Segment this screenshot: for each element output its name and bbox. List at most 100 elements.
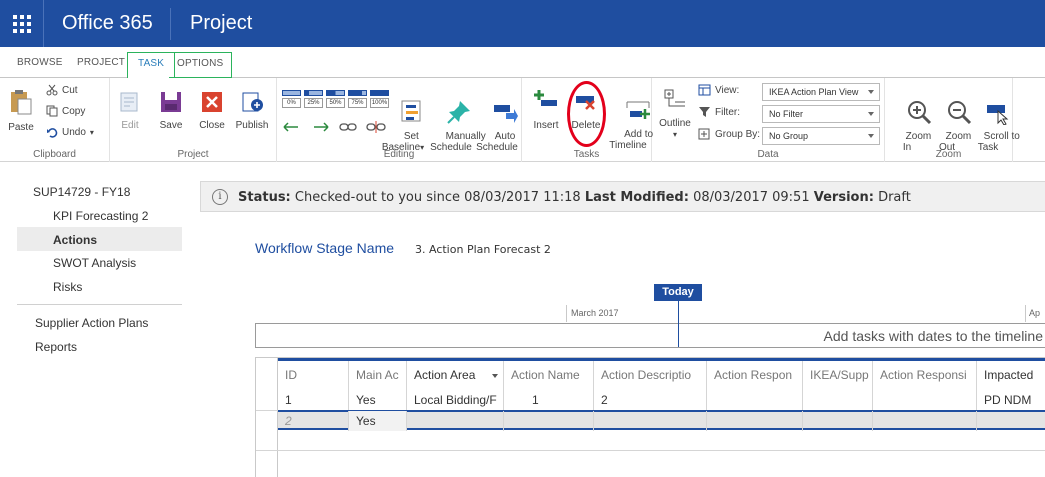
cell-ikea-supplier[interactable] — [803, 411, 873, 431]
column-header-main-action[interactable]: Main Ac — [349, 361, 407, 391]
cell-action-responsible[interactable] — [707, 411, 803, 431]
cell-action-description[interactable] — [594, 411, 707, 431]
cell-action-area[interactable]: Local Bidding/F — [407, 390, 504, 410]
nav-project-name[interactable]: SUP14729 - FY18 — [33, 185, 130, 199]
add-to-timeline-label: Add to Timeline — [609, 129, 654, 151]
edit-button[interactable]: Edit — [115, 90, 145, 131]
cell-action-responsible[interactable] — [707, 390, 803, 410]
action-area-header-label: Action Area — [414, 368, 476, 382]
column-header-action-name[interactable]: Action Name — [504, 361, 594, 391]
undo-button[interactable]: Undo ▾ — [46, 126, 94, 138]
cell-impacted[interactable]: PD NDM — [977, 390, 1045, 410]
cell-id[interactable]: 2 — [278, 411, 349, 431]
zoom-group: Zoom In Zoom Out Scroll to Task Zoom — [885, 78, 1020, 162]
grid-header: ID Main Ac Action Area Action Name Actio… — [278, 358, 1045, 391]
column-header-action-description[interactable]: Action Descriptio — [594, 361, 707, 391]
month-tick — [1025, 305, 1026, 322]
tab-project[interactable]: PROJECT — [77, 57, 125, 68]
cell-action-description[interactable]: 2 — [594, 390, 707, 410]
cell-main-action[interactable]: Yes — [349, 411, 407, 431]
undo-dropdown-icon[interactable]: ▾ — [90, 128, 94, 137]
timeline-bar[interactable]: Add tasks with dates to the timeline — [255, 323, 1045, 348]
cell-action-area[interactable] — [407, 411, 504, 431]
tab-browse[interactable]: BROWSE — [17, 57, 63, 68]
percent-bar-icon — [304, 90, 323, 96]
clipboard-group-label: Clipboard — [33, 149, 76, 160]
groupby-select[interactable]: No Group — [762, 127, 880, 145]
column-header-id[interactable]: ID — [278, 361, 349, 391]
selected-table-row[interactable]: 2 Yes — [278, 410, 1045, 431]
outline-label: Outline — [659, 118, 691, 129]
group-by-icon — [698, 128, 710, 140]
close-button[interactable]: Close — [197, 90, 227, 131]
column-menu-arrow-icon[interactable] — [492, 374, 498, 378]
view-select[interactable]: IKEA Action Plan View — [762, 83, 880, 101]
nav-item-reports[interactable]: Reports — [35, 340, 77, 354]
ribbon: Paste Cut Copy Undo ▾ Clipboard Edit Sav… — [0, 78, 1045, 162]
table-row[interactable]: 1 Yes Local Bidding/F 1 2 PD NDM — [278, 390, 1045, 410]
tab-options[interactable]: OPTIONS — [169, 52, 233, 78]
auto-schedule-icon — [494, 105, 519, 123]
cell-id[interactable]: 1 — [278, 390, 349, 410]
last-modified-value: 08/03/2017 09:51 — [693, 190, 810, 205]
cell-action-responsibility[interactable] — [873, 390, 977, 410]
save-button[interactable]: Save — [156, 90, 186, 131]
percent-label: 50% — [326, 98, 345, 108]
status-text: Status: Checked-out to you since 08/03/2… — [238, 190, 911, 205]
insert-task-label: Insert — [533, 120, 559, 131]
publish-label: Publish — [235, 120, 269, 131]
cell-ikea-supplier[interactable] — [803, 390, 873, 410]
column-header-impacted[interactable]: Impacted — [977, 361, 1045, 391]
outdent-icon[interactable] — [282, 120, 302, 134]
cell-action-name[interactable] — [504, 411, 594, 431]
cut-button[interactable]: Cut — [46, 84, 78, 96]
percent-complete-row: 0% 25% 50% 75% 100% — [282, 90, 389, 110]
percent-complete-button[interactable]: 25% — [304, 90, 323, 110]
groupby-label-row: Group By: — [698, 128, 760, 140]
cell-action-responsibility[interactable] — [873, 411, 977, 431]
app-title[interactable]: Project — [190, 12, 252, 35]
view-icon — [698, 84, 711, 96]
row-divider — [256, 450, 1045, 451]
cell-main-action[interactable]: Yes — [349, 390, 407, 410]
column-header-action-responsibility[interactable]: Action Responsi — [873, 361, 977, 391]
nav-item-swot-analysis[interactable]: SWOT Analysis — [53, 256, 136, 270]
undo-label: Undo — [62, 126, 86, 138]
insert-task-icon — [534, 90, 557, 106]
link-tasks-icon[interactable] — [338, 120, 358, 134]
last-modified-label: Last Modified: — [584, 190, 689, 205]
delete-highlight-annotation — [567, 81, 606, 147]
workflow-stage-label: Workflow Stage Name — [255, 240, 395, 256]
insert-task-button[interactable]: Insert — [530, 88, 562, 131]
tab-task[interactable]: TASK — [127, 52, 176, 79]
indent-icon[interactable] — [310, 120, 330, 134]
percent-complete-button[interactable]: 50% — [326, 90, 345, 110]
nav-item-supplier-action-plans[interactable]: Supplier Action Plans — [35, 316, 148, 330]
cut-label: Cut — [62, 84, 78, 96]
nav-item-kpi-forecasting[interactable]: KPI Forecasting 2 — [53, 209, 148, 223]
copy-icon — [46, 105, 58, 117]
filter-select[interactable]: No Filter — [762, 105, 880, 123]
add-to-timeline-icon — [626, 101, 650, 119]
outline-button[interactable]: Outline ▾ — [658, 88, 692, 140]
paste-button[interactable]: Paste — [6, 88, 36, 133]
undo-icon — [47, 128, 58, 138]
publish-button[interactable]: Publish — [234, 90, 270, 131]
month-tick — [566, 305, 567, 322]
column-header-ikea-supplier[interactable]: IKEA/Supp — [803, 361, 873, 391]
copy-button[interactable]: Copy — [46, 105, 85, 117]
nav-item-actions[interactable]: Actions — [53, 233, 97, 247]
suite-bar: Office 365 Project — [0, 0, 1045, 47]
column-header-action-area[interactable]: Action Area — [407, 361, 504, 391]
suite-brand[interactable]: Office 365 — [62, 12, 153, 35]
nav-item-risks[interactable]: Risks — [53, 280, 82, 294]
app-launcher-icon[interactable] — [0, 0, 44, 47]
percent-complete-button[interactable]: 75% — [348, 90, 367, 110]
cell-impacted[interactable] — [977, 411, 1045, 431]
copy-label: Copy — [62, 105, 86, 117]
column-header-action-responsible[interactable]: Action Respon — [707, 361, 803, 391]
view-label: View: — [715, 84, 740, 96]
percent-complete-button[interactable]: 0% — [282, 90, 301, 110]
percent-label: 0% — [282, 98, 301, 108]
cell-action-name[interactable]: 1 — [504, 390, 594, 410]
